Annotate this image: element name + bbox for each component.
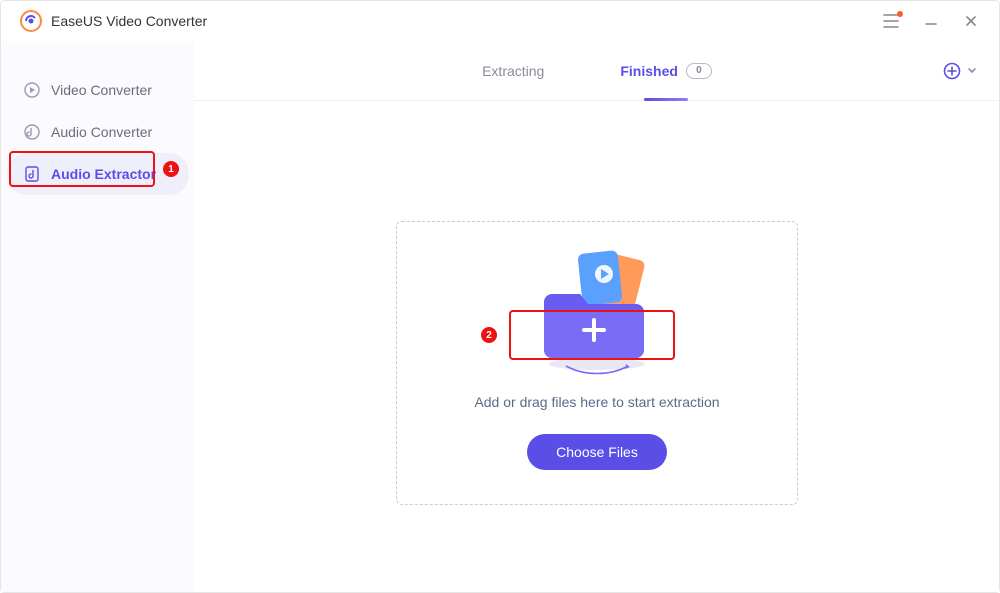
audio-extractor-icon (23, 165, 41, 183)
sidebar-item-label: Audio Extractor (51, 166, 156, 182)
dropzone-hint: Add or drag files here to start extracti… (474, 394, 719, 410)
tab-badge: 0 (686, 63, 712, 79)
sidebar-item-label: Audio Converter (51, 124, 152, 140)
add-button[interactable] (943, 62, 977, 80)
titlebar: EaseUS Video Converter (1, 1, 999, 41)
content-area: Extracting Finished 0 (195, 41, 999, 592)
audio-converter-icon (23, 123, 41, 141)
close-icon[interactable] (951, 1, 991, 41)
tab-label: Extracting (482, 63, 544, 79)
sidebar-item-audio-converter[interactable]: Audio Converter (7, 111, 189, 153)
video-converter-icon (23, 81, 41, 99)
callout-badge-1: 1 (163, 161, 179, 177)
plus-circle-icon (943, 62, 961, 80)
app-title: EaseUS Video Converter (51, 13, 207, 29)
tab-finished[interactable]: Finished 0 (620, 41, 712, 101)
choose-files-button[interactable]: Choose Files (527, 434, 667, 470)
sidebar: Video Converter Audio Converter Audio Ex… (1, 41, 195, 592)
app-logo-icon (19, 9, 43, 33)
dropzone-container: Add or drag files here to start extracti… (195, 101, 999, 592)
dropzone[interactable]: Add or drag files here to start extracti… (396, 221, 798, 505)
hamburger-menu-icon[interactable] (871, 1, 911, 41)
sidebar-item-label: Video Converter (51, 82, 152, 98)
notification-dot-icon (897, 11, 903, 17)
tabs: Extracting Finished 0 (195, 41, 999, 101)
sidebar-item-video-converter[interactable]: Video Converter (7, 69, 189, 111)
tab-extracting[interactable]: Extracting (482, 41, 544, 101)
sidebar-item-audio-extractor[interactable]: Audio Extractor (7, 153, 189, 195)
callout-badge-2: 2 (481, 327, 497, 343)
folder-illustration-icon (522, 234, 672, 384)
chevron-down-icon (967, 66, 977, 76)
tab-label: Finished (620, 63, 678, 79)
app-window: EaseUS Video Converter Video Converter (0, 0, 1000, 593)
minimize-icon[interactable] (911, 1, 951, 41)
